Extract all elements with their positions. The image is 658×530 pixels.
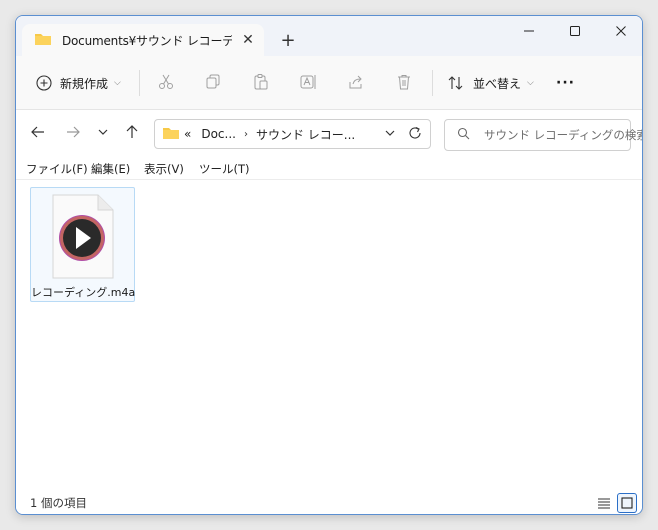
title-bar: Documents¥サウンド レコーディング ✕ + (16, 16, 642, 56)
rename-icon (300, 75, 316, 89)
breadcrumb-overflow[interactable]: « (184, 127, 191, 141)
details-view-button[interactable] (594, 493, 614, 513)
arrow-right-icon (67, 126, 80, 138)
chevron-down-icon: ⌵ (527, 78, 534, 88)
tab-title: Documents¥サウンド レコーディング (62, 33, 232, 48)
arrow-left-icon (31, 126, 44, 138)
new-tab-button[interactable]: + (278, 30, 298, 51)
delete-button[interactable] (394, 72, 414, 92)
up-button[interactable] (122, 122, 142, 142)
file-item[interactable]: レコーディング.m4a (30, 187, 135, 302)
more-options-button[interactable]: ··· (556, 69, 575, 97)
audio-file-icon (50, 194, 116, 283)
search-box[interactable]: サウンド レコーディングの検索 (444, 119, 642, 151)
sort-icon (448, 76, 463, 90)
address-dropdown-button[interactable] (384, 127, 396, 142)
menu-view[interactable]: 表示(V) (144, 161, 184, 177)
menu-tools[interactable]: ツール(T) (199, 161, 250, 177)
breadcrumb-sound-recordings[interactable]: サウンド レコー... (256, 126, 355, 143)
trash-icon (398, 75, 410, 90)
menu-bar: ファイル(F) 編集(E) 表示(V) ツール(T) (16, 156, 642, 180)
share-icon (349, 75, 362, 89)
tab-documents[interactable]: Documents¥サウンド レコーディング ✕ (22, 24, 264, 56)
breadcrumb-documents[interactable]: Doc... (201, 127, 236, 141)
sort-button[interactable]: 並べ替え ⌵ (447, 69, 534, 97)
command-bar: 新規作成 ⌵ 並べ替え ⌵ ··· (16, 56, 642, 110)
menu-file[interactable]: ファイル(F) (26, 161, 88, 177)
address-bar[interactable]: « Doc... › サウンド レコー... (154, 119, 431, 149)
close-window-button[interactable] (598, 16, 642, 46)
refresh-button[interactable] (408, 126, 422, 143)
recent-locations-button[interactable] (93, 122, 113, 142)
file-list-area: レコーディング.m4a (16, 181, 642, 489)
breadcrumb-separator[interactable]: › (244, 129, 248, 140)
close-tab-icon[interactable]: ✕ (238, 30, 258, 50)
minimize-icon (524, 30, 534, 32)
folder-icon (162, 126, 180, 143)
search-icon (457, 127, 470, 143)
chevron-down-icon (385, 130, 395, 136)
minimize-button[interactable] (506, 16, 552, 46)
menu-edit[interactable]: 編集(E) (91, 161, 130, 177)
address-row: « Doc... › サウンド レコー... サウンド レコーディングの検索 (16, 110, 642, 156)
back-button[interactable] (28, 122, 48, 142)
copy-button[interactable] (203, 72, 223, 92)
scissors-icon (159, 74, 173, 89)
chevron-down-icon (98, 129, 108, 135)
large-icons-view-button[interactable] (617, 493, 637, 513)
toolbar-divider (432, 70, 433, 96)
cut-button[interactable] (156, 72, 176, 92)
share-button[interactable] (346, 72, 366, 92)
folder-icon (34, 32, 52, 49)
tile-view-icon (621, 497, 633, 509)
sort-button-label: 並べ替え (473, 76, 522, 91)
new-button[interactable]: 新規作成 ⌵ (36, 69, 121, 97)
search-placeholder: サウンド レコーディングの検索 (484, 128, 643, 142)
close-icon (616, 26, 626, 36)
item-count: 1 個の項目 (30, 496, 87, 510)
toolbar-divider (139, 70, 140, 96)
plus-circle-icon (36, 75, 52, 91)
paste-button[interactable] (251, 72, 271, 92)
rename-button[interactable] (298, 72, 318, 92)
explorer-window: Documents¥サウンド レコーディング ✕ + 新規作成 ⌵ (15, 15, 643, 515)
new-button-label: 新規作成 (60, 76, 109, 91)
file-name: レコーディング.m4a (31, 286, 136, 299)
maximize-icon (570, 26, 580, 36)
list-view-icon (598, 498, 610, 509)
maximize-button[interactable] (552, 16, 598, 46)
clipboard-icon (254, 74, 268, 90)
chevron-down-icon: ⌵ (114, 78, 121, 88)
copy-icon (206, 74, 220, 89)
arrow-up-icon (126, 125, 138, 138)
forward-button[interactable] (63, 122, 83, 142)
status-bar: 1 個の項目 (16, 490, 642, 514)
refresh-icon (409, 127, 421, 139)
